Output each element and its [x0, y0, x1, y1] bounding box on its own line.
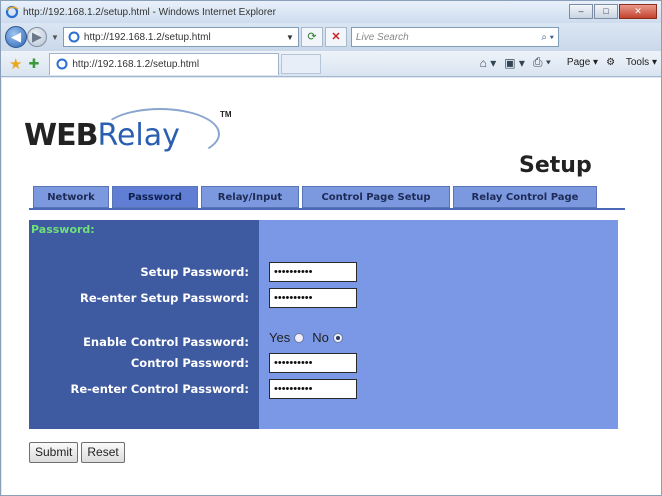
form-label-column: Password: Setup Password: Re-enter Setup…: [29, 220, 259, 429]
tab-page-icon: [56, 58, 68, 70]
page-icon: [68, 31, 80, 43]
no-label: No: [312, 330, 329, 345]
control-password-label: Control Password:: [130, 356, 249, 370]
search-placeholder: Live Search: [355, 31, 409, 43]
home-icon[interactable]: ⌂ ▾: [480, 56, 497, 70]
browser-tab[interactable]: http://192.168.1.2/setup.html: [49, 52, 280, 75]
setup-password-field[interactable]: ••••••••••: [269, 262, 357, 282]
reenter-control-password-label: Re-enter Control Password:: [70, 382, 249, 396]
print-icon[interactable]: ⎙ ▾: [533, 55, 551, 70]
command-bar: ⌂ ▾ ▣ ▾ ⎙ ▾ Page ▾ ⚙ Tools ▾: [472, 55, 657, 70]
yes-label: Yes: [269, 330, 291, 345]
new-tab-button[interactable]: [281, 53, 322, 74]
form-buttons: Submit Reset: [29, 442, 128, 463]
minimize-button[interactable]: –: [569, 4, 593, 19]
reenter-setup-password-label: Re-enter Setup Password:: [80, 291, 249, 305]
setup-password-label: Setup Password:: [140, 265, 249, 279]
tab-password[interactable]: Password: [112, 186, 198, 208]
page-menu[interactable]: Page ▾: [559, 57, 598, 68]
webrelay-logo: WEBRelay TM: [24, 108, 232, 160]
address-row: ◀ ▶ ▼ http://192.168.1.2/setup.html ▼ ⟳ …: [1, 23, 661, 51]
browser-window: http://192.168.1.2/setup.html - Windows …: [0, 0, 662, 496]
tab-label: http://192.168.1.2/setup.html: [72, 58, 200, 70]
control-password-field[interactable]: ••••••••••: [269, 353, 357, 373]
section-title: Password:: [31, 223, 95, 236]
reenter-control-password-field[interactable]: ••••••••••: [269, 379, 357, 399]
reenter-setup-password-field[interactable]: ••••••••••: [269, 288, 357, 308]
enable-control-radio-group: Yes No: [269, 330, 351, 345]
title-bar: http://192.168.1.2/setup.html - Windows …: [1, 1, 661, 23]
submit-button[interactable]: Submit: [29, 442, 79, 463]
close-button[interactable]: ✕: [619, 4, 657, 19]
no-radio[interactable]: [332, 332, 343, 343]
stop-icon[interactable]: ✕: [324, 27, 347, 47]
back-button[interactable]: ◀: [5, 26, 27, 48]
address-bar[interactable]: http://192.168.1.2/setup.html ▼: [62, 27, 299, 47]
forward-button[interactable]: ▶: [27, 27, 47, 47]
search-icon[interactable]: ⌕ ▾: [541, 32, 554, 43]
logo-swoosh: [100, 108, 220, 160]
ie-logo-icon: [5, 5, 19, 19]
favorites-star-icon[interactable]: ★: [9, 55, 22, 73]
address-url: http://192.168.1.2/setup.html: [83, 31, 211, 43]
favorites-row: ★ ✚ http://192.168.1.2/setup.html ⌂ ▾ ▣ …: [1, 51, 661, 77]
nav-underline: [29, 208, 625, 210]
tab-control-page-setup[interactable]: Control Page Setup: [302, 186, 450, 208]
tab-relay-input[interactable]: Relay/Input: [201, 186, 299, 208]
setup-nav-tabs: Network Password Relay/Input Control Pag…: [33, 186, 600, 208]
tab-relay-control-page[interactable]: Relay Control Page: [453, 186, 597, 208]
page-menu-label: Page: [566, 57, 591, 68]
address-dropdown-icon[interactable]: ▼: [286, 33, 294, 42]
search-input[interactable]: Live Search ⌕ ▾: [350, 27, 559, 47]
logo-web-text: WEB: [24, 118, 98, 153]
history-dropdown-icon[interactable]: ▼: [51, 33, 59, 42]
tools-menu-label: Tools: [625, 57, 650, 68]
maximize-button[interactable]: □: [594, 4, 618, 19]
tools-menu[interactable]: ⚙ Tools ▾: [606, 57, 657, 68]
reset-button[interactable]: Reset: [81, 442, 125, 463]
tab-network[interactable]: Network: [33, 186, 109, 208]
add-favorites-icon[interactable]: ✚: [28, 56, 39, 72]
page-title: Setup: [519, 153, 592, 178]
password-form-panel: Password: Setup Password: Re-enter Setup…: [29, 220, 618, 429]
feeds-icon[interactable]: ▣ ▾: [504, 56, 525, 70]
yes-radio[interactable]: [294, 332, 305, 343]
refresh-icon[interactable]: ⟳: [300, 27, 323, 47]
enable-control-password-label: Enable Control Password:: [83, 335, 249, 349]
window-title: http://192.168.1.2/setup.html - Windows …: [23, 6, 276, 18]
logo-tm: TM: [220, 110, 232, 119]
page-content: WEBRelay TM Setup Network Password Relay…: [2, 78, 661, 495]
